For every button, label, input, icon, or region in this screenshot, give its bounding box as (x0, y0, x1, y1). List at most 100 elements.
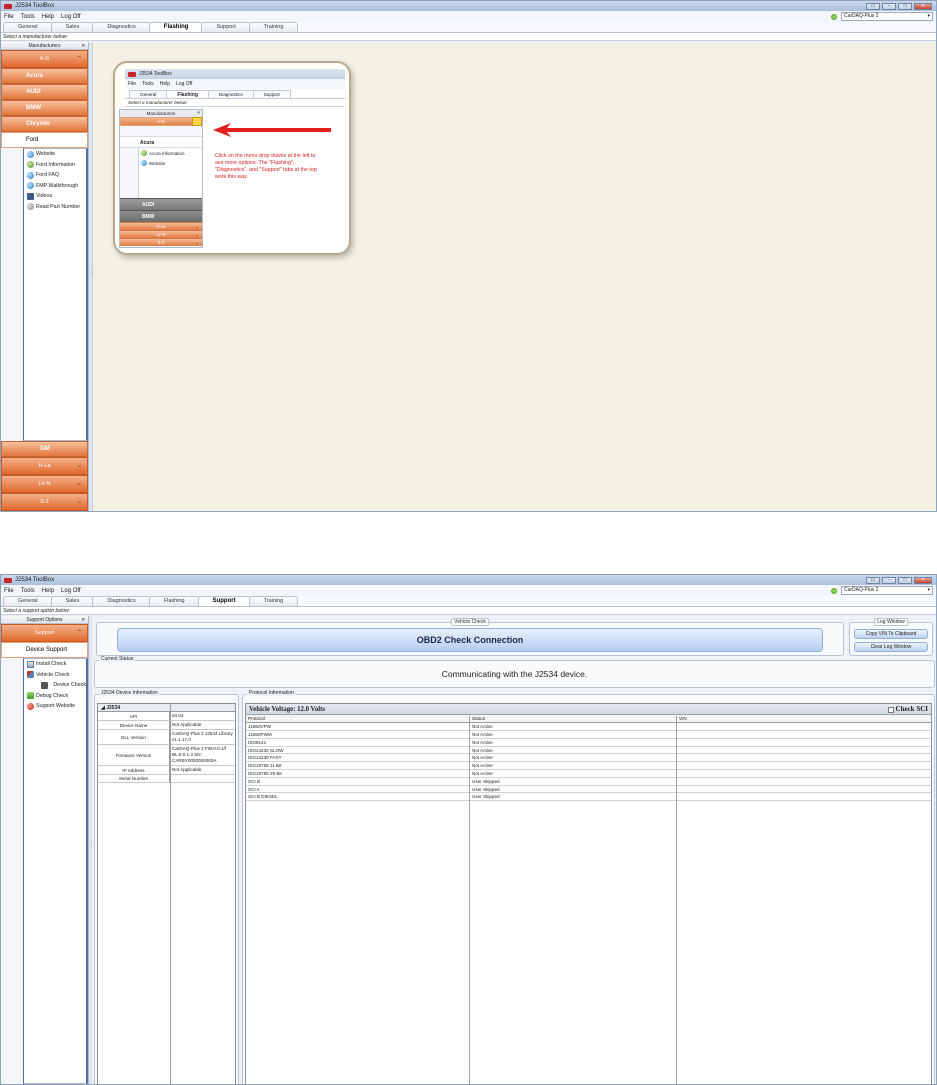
menu-log-off[interactable]: Log Off (61, 14, 81, 20)
debug-check[interactable]: Debug Check (24, 691, 86, 702)
group-le-n[interactable]: Le-N ⌄ (1, 475, 88, 493)
tab-diagnostics[interactable]: Diagnostics (92, 596, 151, 606)
maximize-button[interactable]: □ (898, 576, 912, 584)
column-header-protocol[interactable]: Protocol (246, 715, 470, 724)
device-check[interactable]: Device Check (24, 680, 86, 691)
minimize-button[interactable]: – (882, 576, 896, 584)
tutorial-hint: Select a manufacturer below: (125, 99, 345, 107)
ford-fmp-walkthrough[interactable]: FMP Walkthrough (24, 181, 86, 192)
tab-sales[interactable]: Sales (50, 596, 95, 606)
column-header-vin[interactable]: VIN (677, 715, 931, 724)
table-row[interactable]: J1850PWM Not Active (246, 730, 931, 739)
checkbox-icon[interactable] (887, 706, 894, 713)
ford-read-part-number[interactable]: Read Part Number (24, 202, 86, 213)
hint-text: Select a support option below: (1, 607, 936, 615)
table-row[interactable]: ISO14230 SLOW Not Active (246, 746, 931, 755)
current-status-group: Current Status Communicating with the J2… (94, 656, 935, 688)
ford-faq[interactable]: Ford FAQ (24, 170, 86, 181)
tab-flashing[interactable]: Flashing (148, 22, 204, 32)
tab-training[interactable]: Training (248, 596, 299, 606)
ford-videos[interactable]: Videos (24, 191, 86, 202)
tab-diagnostics[interactable]: Diagnostics (92, 22, 151, 32)
menu-tools[interactable]: Tools (21, 14, 35, 20)
device-support-item[interactable]: Device Support (1, 642, 88, 658)
sidebar-header[interactable]: Manufacturers « (1, 42, 88, 50)
install-check[interactable]: Install Check (24, 659, 86, 670)
support-website[interactable]: Support Website (24, 701, 86, 712)
menu-help[interactable]: Help (42, 588, 54, 594)
manufacturer-bmw[interactable]: BMW (1, 100, 88, 116)
device-info-header[interactable]: ◢ J2534 (98, 704, 235, 712)
group-a-g[interactable]: A-G ⌃ (1, 50, 88, 68)
vehicle-check[interactable]: Vehicle Check (24, 670, 86, 681)
tab-general[interactable]: General (3, 596, 53, 606)
collapse-icon[interactable]: « (82, 616, 85, 624)
tab-support[interactable]: Support (201, 22, 251, 32)
vehicle-check-group: Vehicle Check OBD2 Check Connection (96, 618, 844, 656)
manufacturer-audi[interactable]: AUDI (1, 84, 88, 100)
tab-support[interactable]: Support (197, 596, 251, 606)
protocol-table: Protocol Status VIN J1850VPW Not Active J… (246, 715, 931, 802)
protocol-cell: ISO9141 (246, 738, 470, 747)
group-h-la[interactable]: H-La ⌄ (1, 457, 88, 475)
device-select[interactable]: CarDAQ-Plus 2 (841, 12, 933, 21)
collapse-icon[interactable]: « (82, 42, 85, 50)
menu-tools[interactable]: Tools (21, 588, 35, 594)
manufacturer-chrysler[interactable]: Chrysler (1, 116, 88, 132)
protocol-cell: ISO14230 FAST (246, 753, 470, 763)
table-row[interactable]: SCI B User Skipped (246, 777, 931, 786)
status-message: Communicating with the J2534 device. (441, 669, 588, 679)
copy-vin-button[interactable]: Copy VIN To Clipboard (854, 629, 928, 639)
info-icon (141, 150, 147, 156)
ford-information[interactable]: Ford Information (24, 160, 86, 171)
tab-training[interactable]: Training (248, 22, 299, 32)
group-label: H-La (38, 463, 51, 469)
restore-button[interactable]: ▭ (866, 2, 880, 10)
sidebar-header[interactable]: Support Options « (1, 616, 88, 624)
column-header-status[interactable]: Status (470, 715, 677, 724)
table-row[interactable]: SCI B DIESEL User Skipped (246, 792, 931, 802)
manufacturer-ford[interactable]: Ford (1, 132, 88, 148)
menu-log-off[interactable]: Log Off (61, 588, 81, 594)
group-support[interactable]: Support ⌃ (1, 624, 88, 642)
highlight-chevron-icon (192, 117, 202, 126)
obd2-check-button[interactable]: OBD2 Check Connection (117, 628, 823, 652)
menu-file[interactable]: File (4, 588, 14, 594)
manufacturer-acura[interactable]: Acura (1, 68, 88, 84)
device-select[interactable]: CarDAQ-Plus 2 (841, 586, 933, 595)
menu-file[interactable]: File (4, 14, 14, 20)
protocol-cell: ISO15765 29 Bit (246, 769, 470, 778)
part-icon (27, 203, 34, 211)
ford-website[interactable]: Website (24, 149, 86, 160)
check-sci-checkbox[interactable]: Check SCI (887, 704, 928, 715)
item-label: Website (149, 160, 166, 166)
maximize-button[interactable]: □ (898, 2, 912, 10)
table-row[interactable]: ISO15765 29 Bit Not Active (246, 769, 931, 778)
group-s-z[interactable]: S-Z ⌄ (1, 493, 88, 511)
close-button[interactable]: ✕ (914, 576, 932, 584)
clear-log-button[interactable]: Clear Log Window (854, 642, 928, 652)
protocol-cell: ISO14230 SLOW (246, 746, 470, 755)
support-sidebar: Support Options « Support ⌃ Device Suppo… (1, 616, 89, 1084)
device-status-icon (831, 13, 837, 20)
close-button[interactable]: ✕ (914, 2, 932, 10)
tab-general[interactable]: General (3, 22, 53, 32)
title-bar[interactable]: J2534 ToolBox ▭ – □ ✕ (1, 575, 936, 585)
table-row[interactable]: ISO9141 Not Active (246, 738, 931, 747)
table-row[interactable]: J1850VPW Not Active (246, 722, 931, 732)
minimize-button[interactable]: – (882, 2, 896, 10)
title-bar[interactable]: J2534 ToolBox ▭ – □ ✕ (1, 1, 936, 11)
menu-help[interactable]: Help (42, 14, 54, 20)
table-row[interactable]: ISO15765 11 Bit Not Active (246, 761, 931, 771)
video-icon (27, 192, 34, 200)
manufacturer-gm[interactable]: GM (1, 441, 88, 457)
tab-sales[interactable]: Sales (50, 22, 95, 32)
red-arrow-icon (213, 123, 331, 137)
sidebar-header-label: Manufacturers (28, 43, 61, 49)
log-window-legend: Log Window (874, 618, 908, 626)
table-row[interactable]: SCI A User Skipped (246, 785, 931, 794)
table-row[interactable]: ISO14230 FAST Not Active (246, 753, 931, 763)
tab-flashing[interactable]: Flashing (148, 596, 200, 606)
item-label: Install Check (36, 661, 67, 668)
restore-button[interactable]: ▭ (866, 576, 880, 584)
